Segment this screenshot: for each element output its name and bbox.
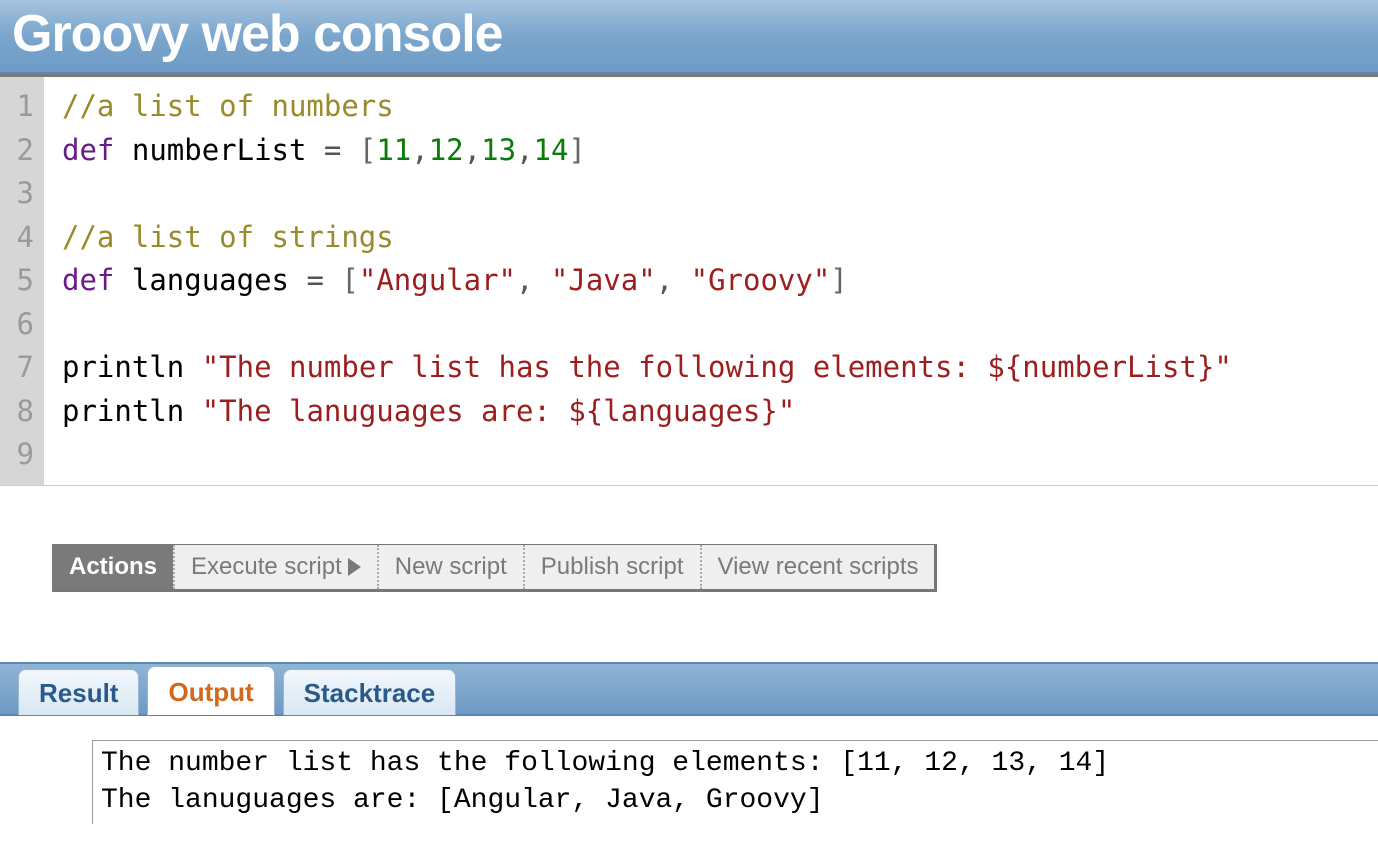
code-token-string: "The lanuguages are: ${languages}" <box>202 394 796 428</box>
new-script-button[interactable]: New script <box>377 545 523 589</box>
code-editor[interactable]: 123456789 //a list of numbersdef numberL… <box>0 74 1378 486</box>
tab-result[interactable]: Result <box>18 669 139 715</box>
code-token-punct: , <box>464 133 481 167</box>
code-token-space <box>184 350 201 384</box>
code-token-punct: , <box>516 263 551 297</box>
line-number: 4 <box>6 216 34 260</box>
app-title: Groovy web console <box>12 4 1366 64</box>
code-token-identifier: println <box>62 394 184 428</box>
output-tab-strip: Result Output Stacktrace <box>0 662 1378 716</box>
execute-script-label: Execute script <box>191 553 342 581</box>
publish-script-button[interactable]: Publish script <box>523 545 700 589</box>
code-token-punct: , <box>411 133 428 167</box>
code-line: println "The number list has the followi… <box>62 346 1378 390</box>
actions-toolbar: Actions Execute script New script Publis… <box>52 544 937 592</box>
app-header: Groovy web console <box>0 0 1378 74</box>
code-token-identifier: languages <box>132 263 289 297</box>
code-token-keyword: def <box>62 263 114 297</box>
view-recent-scripts-button[interactable]: View recent scripts <box>700 545 935 589</box>
code-line <box>62 172 1378 216</box>
code-token-number: 11 <box>376 133 411 167</box>
code-token-bracket: [ <box>359 133 376 167</box>
output-text: The number list has the following elemen… <box>92 740 1378 825</box>
code-token-comment: //a list of numbers <box>62 89 394 123</box>
code-content[interactable]: //a list of numbers def numberList = [11,… <box>44 77 1378 485</box>
code-token-number: 13 <box>481 133 516 167</box>
code-token-punct: , <box>656 263 691 297</box>
actions-label: Actions <box>53 545 173 589</box>
code-token-punct: = <box>306 133 358 167</box>
code-token-bracket: ] <box>568 133 585 167</box>
code-token-identifier: println <box>62 350 184 384</box>
code-token-comment: //a list of strings <box>62 220 394 254</box>
code-token-punct: , <box>516 133 533 167</box>
output-panel: Result Output Stacktrace The number list… <box>0 662 1378 825</box>
code-token-string: "Angular" <box>359 263 516 297</box>
code-token-space <box>184 394 201 428</box>
tab-stacktrace[interactable]: Stacktrace <box>283 669 457 715</box>
code-line: println "The lanuguages are: ${languages… <box>62 390 1378 434</box>
line-number: 5 <box>6 259 34 303</box>
code-line: //a list of strings <box>62 216 1378 260</box>
line-number: 2 <box>6 129 34 173</box>
output-body: The number list has the following elemen… <box>0 716 1378 825</box>
code-token-string: "Groovy" <box>691 263 831 297</box>
code-token-string: "The number list has the following eleme… <box>202 350 1232 384</box>
code-token-identifier: numberList <box>132 133 307 167</box>
line-number-gutter: 123456789 <box>0 77 44 485</box>
code-token-keyword: def <box>62 133 114 167</box>
code-line <box>62 303 1378 347</box>
line-number: 1 <box>6 85 34 129</box>
execute-script-button[interactable]: Execute script <box>173 545 377 589</box>
code-line: def numberList = [11,12,13,14] <box>62 129 1378 173</box>
line-number: 6 <box>6 303 34 347</box>
line-number: 3 <box>6 172 34 216</box>
code-token-number: 14 <box>534 133 569 167</box>
tab-output[interactable]: Output <box>147 666 274 715</box>
line-number: 8 <box>6 390 34 434</box>
code-token-bracket: [ <box>341 263 358 297</box>
line-number: 7 <box>6 346 34 390</box>
code-line: def languages = ["Angular", "Java", "Gro… <box>62 259 1378 303</box>
code-token-string: "Java" <box>551 263 656 297</box>
code-line <box>62 433 1378 477</box>
code-token-bracket: ] <box>830 263 847 297</box>
line-number: 9 <box>6 433 34 477</box>
code-line: //a list of numbers <box>62 85 1378 129</box>
code-token-number: 12 <box>429 133 464 167</box>
code-token-punct: = <box>289 263 341 297</box>
play-icon <box>348 558 361 576</box>
